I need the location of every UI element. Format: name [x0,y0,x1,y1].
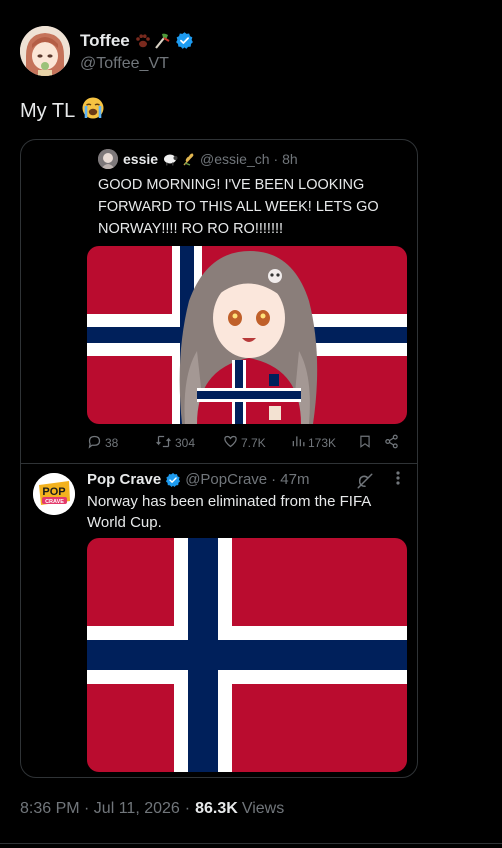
tweet-meta: 8:36 PM · Jul 11, 2026 · 86.3K Views [20,800,284,818]
quoted-tweet-actions: 38 304 7.7K 173K [87,434,407,454]
sheep-icon [162,152,178,166]
share-icon [384,434,399,452]
tweet-text-content: My TL [20,99,76,122]
reply-count: 38 [105,436,119,450]
views-action[interactable]: 173K [291,434,336,451]
nested-tweet-time[interactable]: · 47m [271,471,309,488]
wheat-icon [182,152,196,166]
nested-tweet-header: Pop Crave @PopCrave · 47m [87,471,309,488]
quoted-tweet-card[interactable]: essie @essie_ch · 8h GOOD MORNING! I'VE … [20,139,418,778]
card-divider [21,463,417,464]
bookmark-icon [358,434,372,452]
verified-badge-icon[interactable] [175,31,194,50]
tweet-header: Toffee @Toffee_VT [20,26,194,76]
author-avatar[interactable] [20,26,70,76]
popcrave-avatar[interactable]: POP CRAVE [33,473,75,515]
popcrave-logo-text-top: POP [42,486,65,498]
tweet-timestamp[interactable]: 8:36 PM · Jul 11, 2026 [20,800,180,818]
bottom-divider [0,843,502,844]
candy-stick-icon [153,32,171,50]
share-action[interactable] [384,434,399,452]
popcrave-logo-text-bottom: CRAVE [45,499,64,505]
tweet-text: My TL [20,96,105,126]
reply-icon [87,434,102,452]
quoted-tweet-header: essie @essie_ch · 8h [98,149,298,169]
reply-action[interactable]: 38 [87,434,118,452]
views-count: 173K [308,435,337,450]
norway-flag-image[interactable] [87,538,407,772]
author-display-name[interactable]: Toffee [80,31,130,51]
heart-icon [223,434,238,452]
views-chart-icon [291,434,305,451]
nested-author-name[interactable]: Pop Crave [87,471,161,488]
more-options-icon[interactable] [396,470,400,491]
meta-separator: · [184,800,191,817]
repost-count: 304 [175,436,196,450]
paw-print-icon [135,33,151,49]
quoted-author-avatar[interactable] [98,149,118,169]
quoted-tweet-time[interactable]: · 8h [274,151,298,167]
author-handle[interactable]: @Toffee_VT [80,55,194,73]
like-action[interactable]: 7.7K [223,434,266,452]
quoted-author-name[interactable]: essie [123,151,158,167]
quoted-tweet-text: GOOD MORNING! I'VE BEEN LOOKING FORWARD … [98,177,379,237]
nested-tweet-text: Norway has been eliminated from the FIFA… [87,493,371,531]
bookmark-action[interactable] [358,434,372,452]
repost-icon [155,434,172,452]
like-count: 7.7K [241,436,266,450]
tweet-views-count: 86.3K [195,800,238,817]
repost-action[interactable]: 304 [155,434,195,452]
quoted-author-handle[interactable]: @essie_ch [200,151,269,167]
verified-badge-icon[interactable] [165,472,181,488]
nested-author-handle[interactable]: @PopCrave [185,471,267,488]
loudly-crying-face-icon [81,96,105,126]
quoted-tweet-image[interactable] [87,246,407,424]
tweet-views-label: Views [241,800,285,817]
